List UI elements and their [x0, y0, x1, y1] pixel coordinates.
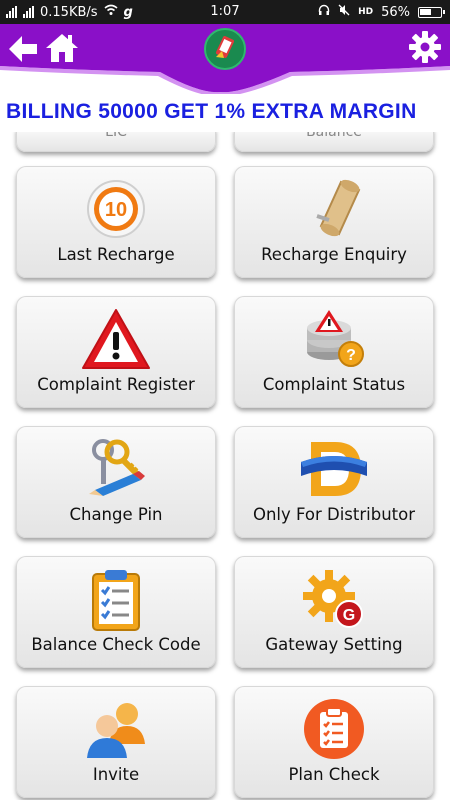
plan-clipboard-icon: [304, 699, 364, 759]
database-warning-icon: ?: [307, 310, 364, 367]
battery-icon: [418, 6, 445, 18]
menu-tile-only-for-distributor[interactable]: Only For Distributor: [234, 426, 434, 538]
menu-tile-label: Change Pin: [69, 505, 163, 524]
menu-tile-label: Complaint Register: [37, 375, 195, 394]
menu-tile-complaint-status[interactable]: ? Complaint Status: [234, 296, 434, 408]
warning-triangle-icon: [82, 309, 150, 369]
keys-pencil-icon: [89, 439, 145, 496]
menu-tile-last-recharge[interactable]: 10 Last Recharge: [16, 166, 216, 278]
menu-tile-label: Balance Check Code: [31, 635, 201, 654]
menu-tile-label: LIC: [105, 132, 127, 140]
mute-icon: [338, 4, 350, 20]
gear-g-icon: G: [303, 570, 363, 628]
menu-tile-change-pin[interactable]: Change Pin: [16, 426, 216, 538]
menu-tile-label: Last Recharge: [57, 245, 175, 264]
home-button[interactable]: [44, 30, 80, 66]
menu-tile-gateway-setting[interactable]: G Gateway Setting: [234, 556, 434, 668]
settings-button[interactable]: [408, 30, 442, 64]
menu-tile-label: Invite: [92, 765, 140, 784]
back-button[interactable]: [6, 32, 40, 66]
svg-text:G: G: [343, 607, 355, 624]
orange-ten-badge-icon: 10: [87, 180, 145, 238]
home-icon: [46, 34, 78, 62]
menu-grid: LIC Balance 10 Last Recharge Recharge En…: [0, 132, 450, 800]
users-icon: [87, 703, 145, 758]
promo-banner: BILLING 50000 GET 1% EXTRA MARGIN: [6, 100, 417, 123]
headset-icon: [318, 4, 330, 20]
hd-signal-icon: HD: [358, 7, 374, 17]
clipboard-checklist-icon: [92, 570, 140, 631]
mobile-recharge-icon: [215, 36, 235, 58]
menu-tile-label: Complaint Status: [262, 375, 406, 394]
menu-tile-label: Gateway Setting: [265, 635, 403, 654]
menu-tile-plan-check[interactable]: Plan Check: [234, 686, 434, 798]
menu-tile-partial-left[interactable]: LIC: [16, 132, 216, 152]
menu-tile-invite[interactable]: Invite: [16, 686, 216, 798]
menu-tile-label: Only For Distributor: [252, 505, 416, 524]
battery-percent: 56%: [381, 4, 410, 20]
svg-text:?: ?: [346, 347, 356, 364]
status-bar: 0.15KB/s g 1:07 HD 56%: [0, 0, 450, 24]
menu-tile-balance-check-code[interactable]: Balance Check Code: [16, 556, 216, 668]
gear-icon: [409, 31, 441, 63]
menu-tile-complaint-register[interactable]: Complaint Register: [16, 296, 216, 408]
menu-tile-recharge-enquiry[interactable]: Recharge Enquiry: [234, 166, 434, 278]
menu-tile-label: Recharge Enquiry: [261, 245, 407, 264]
menu-tile-label: Balance: [306, 132, 362, 140]
svg-text:10: 10: [105, 199, 127, 221]
app-header: [0, 24, 450, 94]
back-arrow-icon: [9, 36, 37, 62]
distributor-d-icon: [301, 442, 367, 496]
menu-tile-partial-right[interactable]: Balance: [234, 132, 434, 152]
app-logo: [204, 28, 246, 70]
menu-tile-label: Plan Check: [288, 765, 380, 784]
scroll-icon: [316, 179, 361, 237]
